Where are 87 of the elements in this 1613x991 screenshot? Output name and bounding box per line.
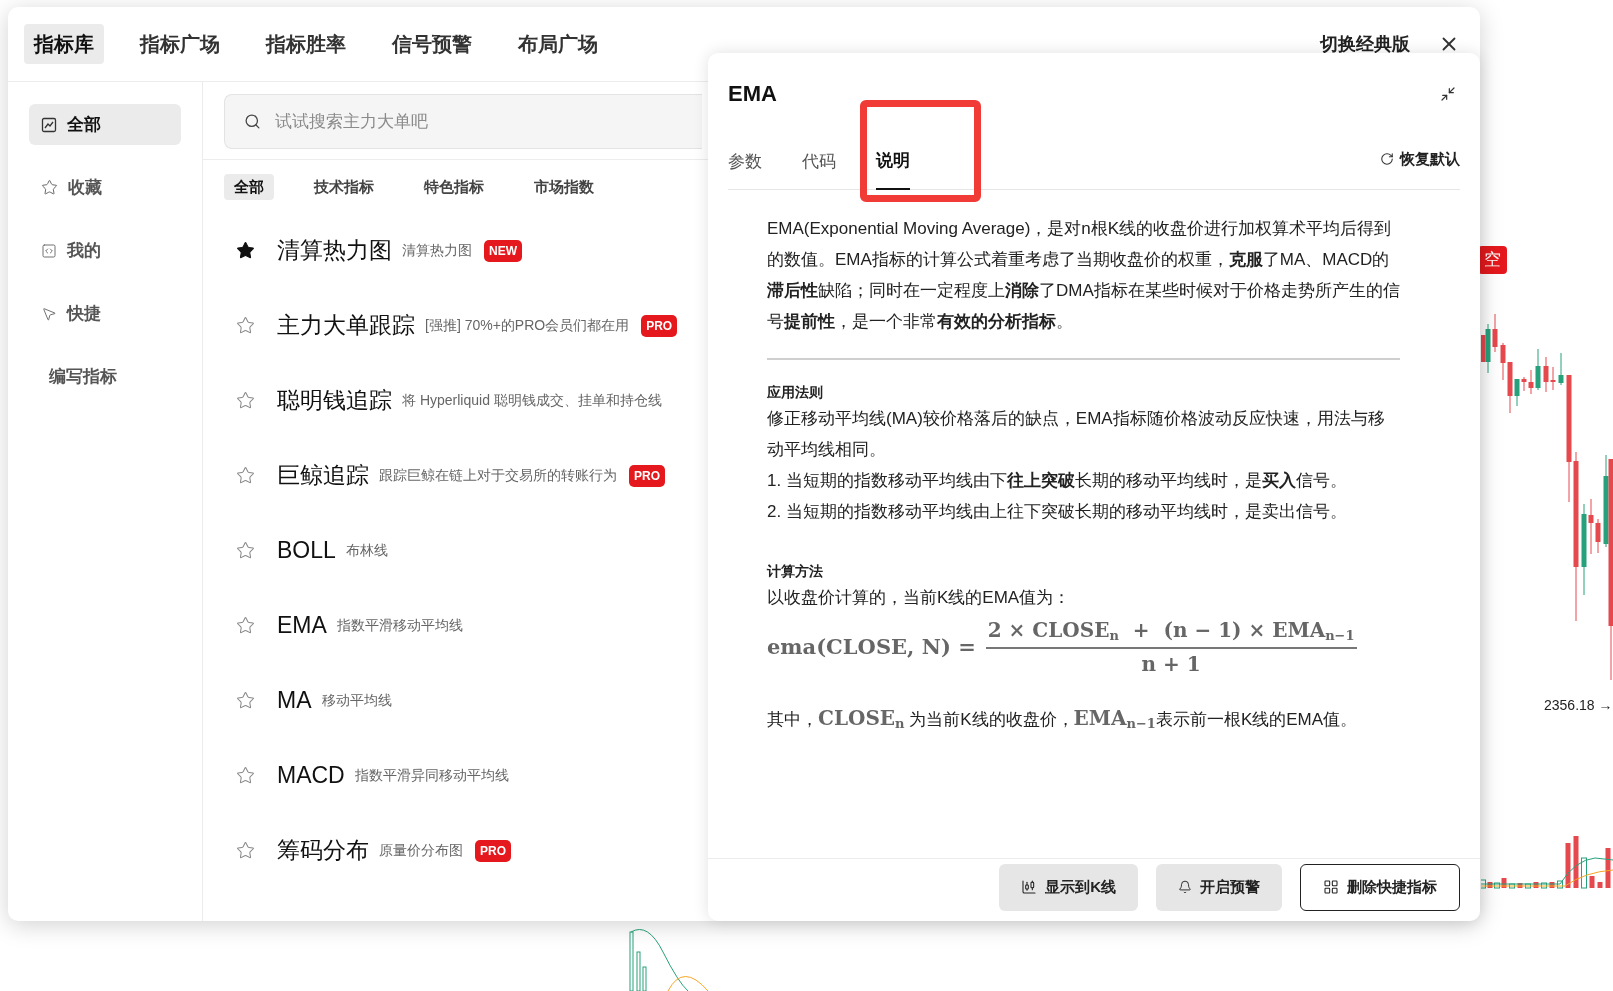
rule-list-item: 2. 当短期的指数移动平均线由上往下突破长期的移动平均线时，是卖出信号。 — [767, 501, 1348, 523]
chart-icon — [41, 116, 57, 133]
indicator-name[interactable]: 主力大单跟踪 — [277, 308, 415, 343]
sidebar-item[interactable]: 编写指标 — [29, 356, 181, 397]
filter-chip[interactable]: 全部 — [224, 174, 274, 200]
nav-tab[interactable]: 指标胜率 — [256, 24, 356, 64]
favorite-star-icon[interactable] — [236, 691, 255, 710]
favorite-star-icon[interactable] — [236, 316, 255, 335]
indicator-description: 跟踪巨鲸在链上对于交易所的转账行为 — [379, 466, 617, 485]
signal-badge: 空 — [1478, 246, 1507, 274]
indicator-badge: PRO — [475, 839, 511, 862]
nav-tab[interactable]: 信号预警 — [382, 24, 482, 64]
bell-icon — [1178, 880, 1192, 894]
reset-default-button[interactable]: 恢复默认 — [1380, 148, 1460, 171]
indicator-badge: NEW — [484, 239, 522, 262]
favorite-star-icon[interactable] — [236, 841, 255, 860]
price-label: 2356.18 → — [1544, 696, 1613, 715]
volume-bar — [1605, 848, 1611, 888]
action-button[interactable]: 显示到K线 — [999, 863, 1138, 911]
volume-bar — [1589, 876, 1595, 888]
volume-bar — [1597, 882, 1603, 888]
indicator-name[interactable]: 筹码分布 — [277, 833, 369, 868]
filter-chip[interactable]: 技术指标 — [304, 174, 384, 200]
candlestick-icon — [1021, 879, 1038, 895]
indicator-name[interactable]: EMA — [277, 608, 327, 643]
indicator-description: 移动平均线 — [321, 691, 392, 710]
indicator-badge: PRO — [629, 464, 665, 487]
favorite-star-icon[interactable] — [236, 541, 255, 560]
action-button[interactable]: 删除快捷指标 — [1300, 863, 1460, 911]
sidebar-item[interactable]: 收藏 — [29, 167, 181, 208]
indicator-name[interactable]: MA — [277, 683, 312, 718]
indicator-description: 布林线 — [345, 541, 388, 560]
panel-title: EMA — [728, 80, 777, 108]
nav-tab[interactable]: 指标广场 — [130, 24, 230, 64]
indicator-description: 指数平滑异同移动平均线 — [354, 766, 509, 785]
sidebar-item[interactable]: 我的 — [29, 230, 181, 271]
filter-chip[interactable]: 市场指数 — [524, 174, 604, 200]
pointer-icon — [41, 305, 57, 322]
switch-classic-link[interactable]: 切换经典版 — [1320, 30, 1410, 58]
nav-tab[interactable]: 指标库 — [24, 24, 104, 64]
candlestick — [1558, 352, 1564, 386]
method-paragraph: 以收盘价计算的，当前K线的EMA值为： — [767, 587, 1072, 609]
intro-paragraph: EMA(Exponential Moving Average)，是对n根K线的收盘价进行加权算术平均后得到的数值。EMA指标的计算公式着重考虑了当期收盘价的权重，克服了MA、MACD的滞后性缺陷；同时在一定程度上消除了DMA指标在某些时候对于价格走势所产生的信号提前性，是一个非常有效的分析指标。 — [767, 218, 1400, 333]
panel-tab[interactable]: 说明 — [876, 146, 910, 190]
indicator-description: 原量价分布图 — [379, 841, 463, 860]
search-icon — [244, 113, 261, 130]
panel-tab[interactable]: 参数 — [728, 146, 762, 190]
favorite-star-icon[interactable] — [236, 616, 255, 635]
star-icon — [41, 179, 58, 196]
indicator-name[interactable]: BOLL — [277, 533, 336, 568]
favorite-star-icon[interactable] — [236, 241, 255, 260]
indicator-name[interactable]: 聪明钱追踪 — [277, 383, 392, 418]
formula-note: 其中，CLOSE$_{n}$ 为当前K线的收盘价，EMA$_{n−1}$表示前一根K线的EMA值。 — [767, 705, 1359, 733]
volume-bar — [1549, 882, 1555, 888]
volume-bar — [1573, 836, 1579, 888]
sidebar-item[interactable]: 全部 — [29, 104, 181, 145]
sidebar-item[interactable]: 快捷 — [29, 293, 181, 334]
panel-tab[interactable]: 代码 — [802, 146, 836, 190]
indicator-description: [强推] 70%+的PRO会员们都在用 — [425, 316, 630, 335]
volume-bar — [1557, 880, 1563, 889]
collapse-icon[interactable] — [1440, 85, 1456, 102]
volume-bar — [1565, 843, 1571, 888]
indicator-description: 清算热力图 — [402, 241, 472, 260]
favorite-star-icon[interactable] — [236, 766, 255, 785]
section-heading: 计算方法 — [767, 562, 824, 581]
search-field[interactable]: 试试搜索主力大单吧 — [224, 94, 702, 149]
indicator-name[interactable]: 清算热力图 — [277, 233, 392, 268]
indicator-name[interactable]: 巨鲸追踪 — [277, 458, 369, 493]
indicator-badge: PRO — [641, 314, 678, 337]
volume-bar — [1581, 857, 1587, 889]
indicator-description: 将 Hyperliquid 聪明钱成交、挂单和持仓线 — [402, 391, 662, 410]
action-button[interactable]: 开启预警 — [1156, 863, 1282, 911]
reset-icon — [1380, 152, 1394, 167]
volume-bar — [1533, 882, 1539, 888]
favorite-star-icon[interactable] — [236, 391, 255, 410]
code-icon — [41, 242, 57, 259]
indicator-name[interactable]: MACD — [277, 758, 345, 793]
rules-paragraph: 修正移动平均线(MA)较价格落后的缺点，EMA指标随价格波动反应快速，用法与移动平均线相同。 — [767, 408, 1386, 461]
volume-bar — [1541, 882, 1547, 889]
section-heading: 应用法则 — [767, 383, 824, 402]
filter-chip[interactable]: 特色指标 — [414, 174, 494, 200]
ema-formula: ema(CLOSE, N) = 2 × CLOSE$_{n}$ + (n − 1) × EMA$_{n−1}$ n + 1 — [767, 615, 1400, 679]
rule-list-item: 1. 当短期的指数移动平均线由下往上突破长期的移动平均线时，是买入信号。 — [767, 470, 1348, 492]
nav-tab[interactable]: 布局广场 — [508, 24, 608, 64]
grid-icon — [1323, 879, 1339, 895]
favorite-star-icon[interactable] — [236, 466, 255, 485]
indicator-description: 指数平滑移动平均线 — [336, 616, 463, 635]
